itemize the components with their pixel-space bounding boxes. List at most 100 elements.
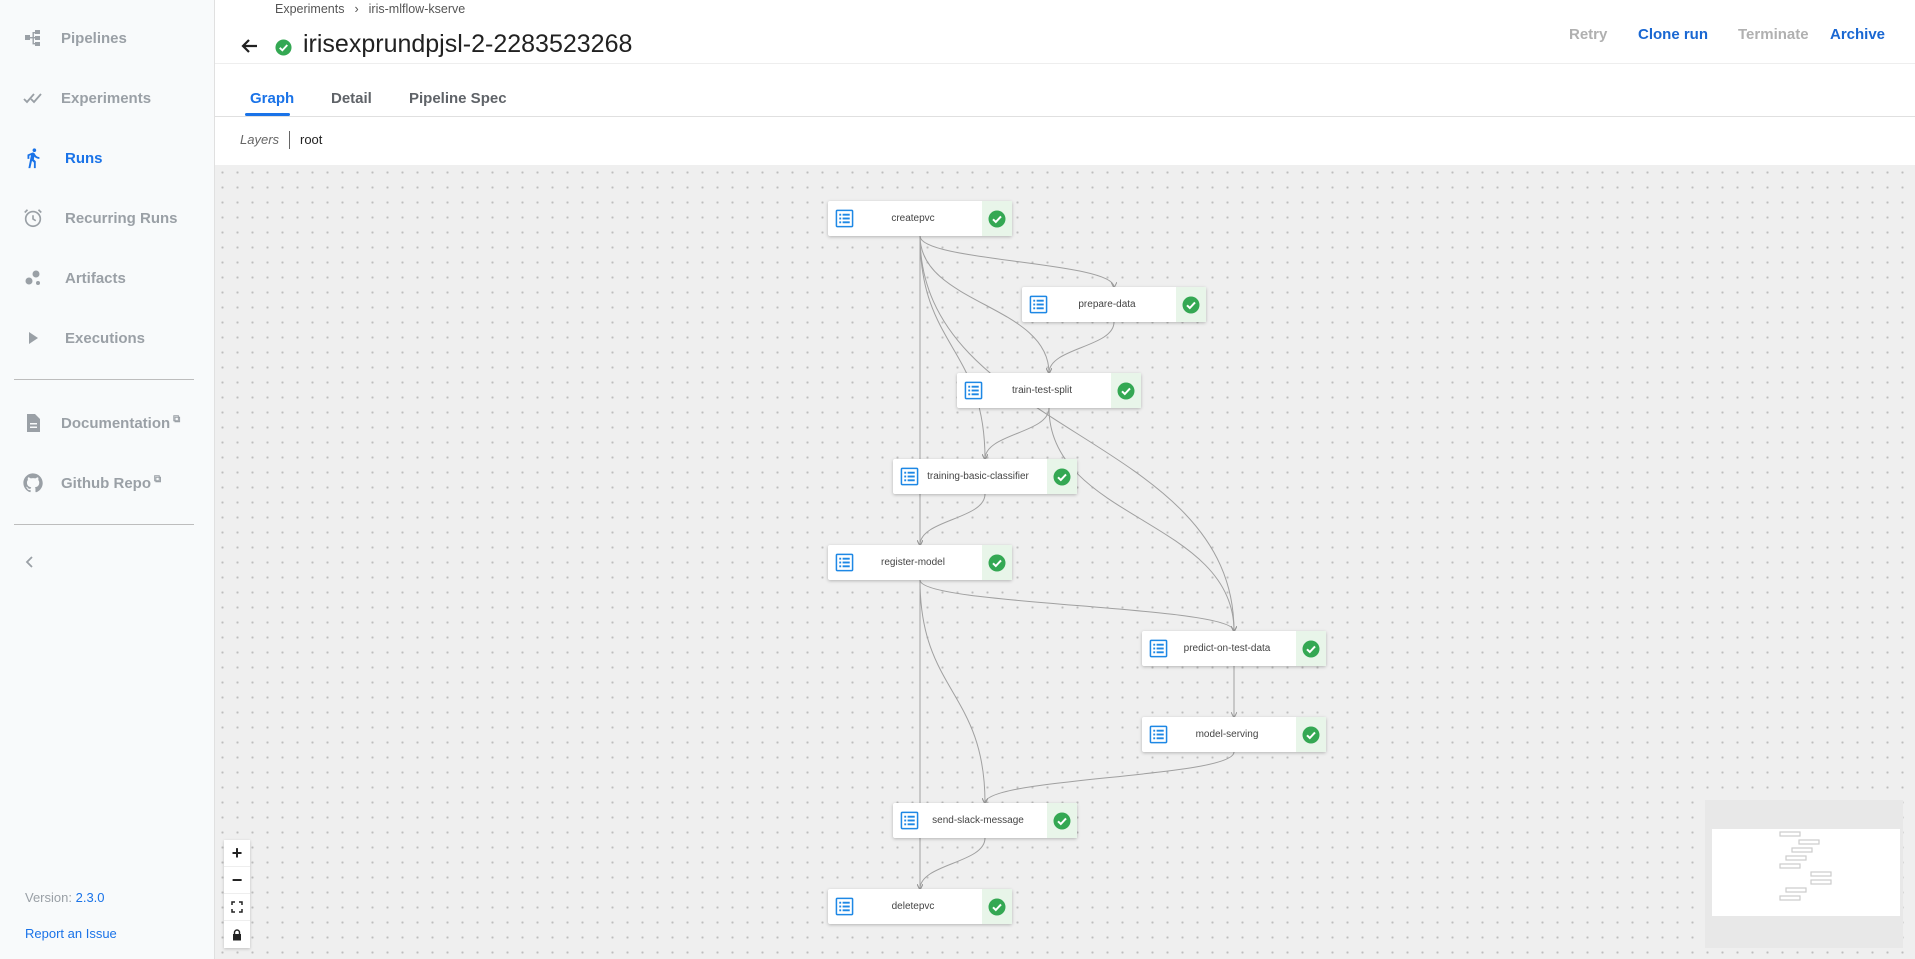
graph-canvas[interactable]: createpvc prepare-data train-test-split tra… [215, 165, 1915, 959]
execution-icon [1029, 295, 1048, 314]
sidebar-item-documentation[interactable]: Documentation ⧉ [0, 399, 215, 447]
edge-createpvc-to-prepare-data [919, 235, 1114, 287]
sidebar-item-runs[interactable]: Runs [0, 134, 215, 182]
node-label: deletepvc [891, 901, 935, 912]
execution-icon [1149, 639, 1168, 658]
node-label: createpvc [891, 213, 935, 224]
node-status [1296, 631, 1326, 666]
graph-node-deletepvc[interactable]: deletepvc [828, 889, 1012, 924]
node-label: model-serving [1195, 729, 1259, 740]
tab-graph[interactable]: Graph [250, 90, 294, 107]
archive-button[interactable]: Archive [1830, 26, 1885, 43]
version-link[interactable]: 2.3.0 [76, 890, 105, 905]
play-icon [20, 325, 46, 351]
node-status [982, 889, 1012, 924]
minimap-nodes [1779, 831, 1832, 901]
zoom-out-button[interactable]: − [224, 867, 250, 894]
success-status-icon [1182, 296, 1200, 313]
edge-createpvc-to-training-basic-classifier [919, 235, 985, 459]
collapse-sidebar-button[interactable] [18, 550, 42, 574]
report-issue-link[interactable]: Report an Issue [25, 926, 117, 941]
execution-icon [835, 897, 854, 916]
tabs-divider [215, 116, 1915, 117]
back-button[interactable] [236, 32, 264, 60]
minimap-viewport [1712, 829, 1900, 916]
graph-node-predict-on-test-data[interactable]: predict-on-test-data [1142, 631, 1326, 666]
success-status-icon [1117, 382, 1135, 399]
success-status-icon [988, 210, 1006, 227]
experiments-icon [20, 85, 46, 111]
edge-prepare-data-to-train-test-split [1049, 321, 1115, 373]
plus-icon: + [231, 842, 243, 863]
edge-send-slack-message-to-deletepvc [920, 837, 986, 889]
version-info: Version: 2.3.0 [25, 890, 105, 905]
alarm-clock-icon [20, 205, 46, 231]
node-label: training-basic-classifier [927, 471, 1029, 482]
sidebar-item-label: Github Repo ⧉ [61, 474, 162, 492]
graph-node-createpvc[interactable]: createpvc [828, 201, 1012, 236]
success-status-icon [988, 554, 1006, 571]
external-link-icon: ⧉ [154, 474, 162, 485]
edge-register-model-to-send-slack-message [919, 579, 985, 803]
sidebar-item-label: Runs [65, 149, 103, 167]
sidebar-item-experiments[interactable]: Experiments [0, 74, 215, 122]
node-status [982, 545, 1012, 580]
kubeflow-run-details: Pipelines Experiments Runs Recurring Run… [0, 0, 1915, 959]
graph-node-training-basic-classifier[interactable]: training-basic-classifier [893, 459, 1077, 494]
lock-button[interactable] [224, 921, 250, 948]
graph-node-model-serving[interactable]: model-serving [1142, 717, 1326, 752]
edge-train-test-split-to-training-basic-classifier [985, 407, 1050, 459]
graph-node-send-slack-message[interactable]: send-slack-message [893, 803, 1077, 838]
sidebar-item-github-repo[interactable]: Github Repo ⧉ [0, 459, 215, 507]
minimap[interactable] [1705, 800, 1903, 948]
node-status [1047, 803, 1077, 838]
tab-detail[interactable]: Detail [331, 90, 372, 107]
success-status-icon [1302, 726, 1320, 743]
sidebar: Pipelines Experiments Runs Recurring Run… [0, 0, 215, 959]
graph-node-prepare-data[interactable]: prepare-data [1022, 287, 1206, 322]
clone-run-button[interactable]: Clone run [1638, 26, 1708, 43]
chevron-left-icon [25, 556, 33, 568]
sidebar-item-label: Recurring Runs [65, 209, 178, 227]
sidebar-item-pipelines[interactable]: Pipelines [0, 14, 215, 62]
header-divider [215, 63, 1915, 64]
success-status-icon [1302, 640, 1320, 657]
edge-training-basic-classifier-to-register-model [920, 493, 986, 545]
node-status [1296, 717, 1326, 752]
zoom-controls: + − [224, 840, 250, 948]
layer-root[interactable]: root [300, 132, 322, 147]
tab-pipeline-spec[interactable]: Pipeline Spec [409, 90, 507, 107]
graph-node-train-test-split[interactable]: train-test-split [957, 373, 1141, 408]
layers-separator [289, 131, 290, 149]
graph-node-register-model[interactable]: register-model [828, 545, 1012, 580]
edge-train-test-split-to-predict-on-test-data [1048, 407, 1234, 631]
edge-register-model-to-predict-on-test-data [919, 579, 1234, 631]
document-icon [20, 410, 46, 436]
sidebar-item-recurring-runs[interactable]: Recurring Runs [0, 194, 215, 242]
sidebar-divider [14, 379, 194, 380]
zoom-in-button[interactable]: + [224, 840, 250, 867]
lock-icon [233, 928, 241, 940]
sidebar-item-label: Executions [65, 329, 146, 347]
success-status-icon [275, 39, 292, 56]
fit-view-button[interactable] [224, 894, 250, 921]
success-status-icon [988, 898, 1006, 915]
fit-view-icon [231, 901, 243, 913]
graph-edges [215, 235, 1915, 959]
terminate-button[interactable]: Terminate [1738, 26, 1809, 43]
breadcrumb-experiment[interactable]: iris-mlflow-kserve [369, 2, 466, 16]
sidebar-item-label: Experiments [61, 89, 152, 107]
github-icon [20, 470, 46, 496]
pipelines-icon [20, 25, 46, 51]
execution-icon [1149, 725, 1168, 744]
node-label: prepare-data [1078, 299, 1136, 310]
execution-icon [900, 811, 919, 830]
sidebar-item-artifacts[interactable]: Artifacts [0, 254, 215, 302]
external-link-icon: ⧉ [173, 414, 181, 425]
breadcrumb-separator: › [354, 2, 359, 16]
layers-label: Layers [240, 132, 280, 147]
breadcrumb-experiments[interactable]: Experiments [275, 2, 344, 16]
sidebar-item-label: Pipelines [61, 29, 127, 47]
retry-button[interactable]: Retry [1569, 26, 1607, 43]
sidebar-item-executions[interactable]: Executions [0, 314, 215, 362]
